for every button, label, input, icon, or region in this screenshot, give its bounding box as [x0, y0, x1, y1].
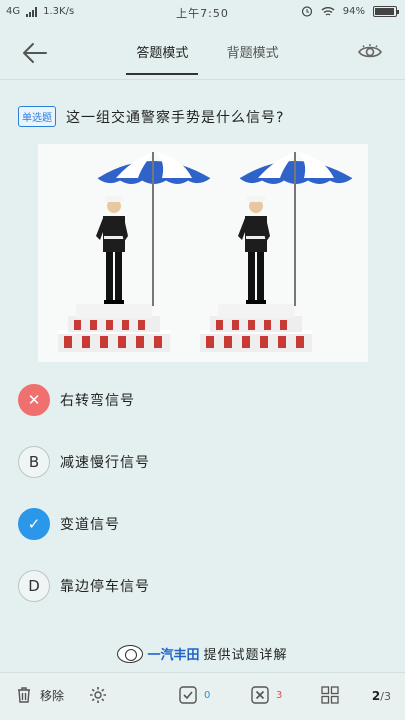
- question-type-badge: 单选题: [18, 106, 56, 127]
- battery-icon: [373, 5, 399, 17]
- status-bar: 4G 1.3K/s 上午7:50 94%: [0, 0, 405, 26]
- option-text: 靠边停车信号: [60, 579, 150, 595]
- cross-box-icon: [251, 686, 269, 704]
- sponsor-brand: 一汽丰田: [147, 648, 200, 663]
- battery-percent: 94%: [342, 5, 365, 17]
- page-total: /3: [380, 690, 391, 703]
- option-a[interactable]: ✕ 右转弯信号: [18, 384, 135, 416]
- tab-study-mode[interactable]: 背题模式: [227, 42, 279, 73]
- wifi-icon: [321, 6, 335, 16]
- eye-icon[interactable]: [357, 42, 383, 62]
- page-indicator: 2/3: [372, 689, 391, 703]
- wrong-answer-icon: ✕: [18, 384, 50, 416]
- correct-answer-icon: ✓: [18, 508, 50, 540]
- option-letter: D: [18, 570, 50, 602]
- checkbox-icon: [179, 686, 197, 704]
- question-header: 单选题 这一组交通警察手势是什么信号?: [18, 106, 391, 127]
- remove-button[interactable]: 移除: [14, 685, 64, 705]
- option-b[interactable]: B 减速慢行信号: [18, 446, 150, 478]
- sponsor-text: 提供试题详解: [203, 648, 288, 663]
- toyota-logo-icon: [117, 644, 144, 663]
- traffic-police-illustration: [38, 144, 368, 362]
- gear-icon[interactable]: [88, 685, 108, 705]
- wrong-count: 3: [276, 689, 283, 701]
- tab-answer-mode[interactable]: 答题模式: [126, 42, 199, 75]
- question-text: 这一组交通警察手势是什么信号?: [66, 109, 285, 126]
- correct-count-button[interactable]: 0: [178, 685, 210, 705]
- option-text: 右转弯信号: [60, 393, 135, 409]
- top-nav: 答题模式 背题模式: [0, 26, 405, 80]
- grid-icon[interactable]: [320, 685, 340, 705]
- bottom-toolbar: 移除 0 3 2/3: [0, 672, 405, 720]
- remove-label: 移除: [40, 688, 65, 703]
- mode-tabs: 答题模式 背题模式: [0, 42, 405, 75]
- wrong-count-button[interactable]: 3: [250, 685, 282, 705]
- correct-count: 0: [204, 689, 211, 701]
- alarm-icon: [301, 6, 312, 17]
- trash-icon: [18, 687, 30, 703]
- option-text: 减速慢行信号: [60, 455, 150, 471]
- sponsor-banner[interactable]: 一汽丰田 提供试题详解: [0, 644, 405, 663]
- option-c[interactable]: ✓ 变道信号: [18, 508, 120, 540]
- option-text: 变道信号: [60, 517, 120, 533]
- option-d[interactable]: D 靠边停车信号: [18, 570, 150, 602]
- option-letter: B: [18, 446, 50, 478]
